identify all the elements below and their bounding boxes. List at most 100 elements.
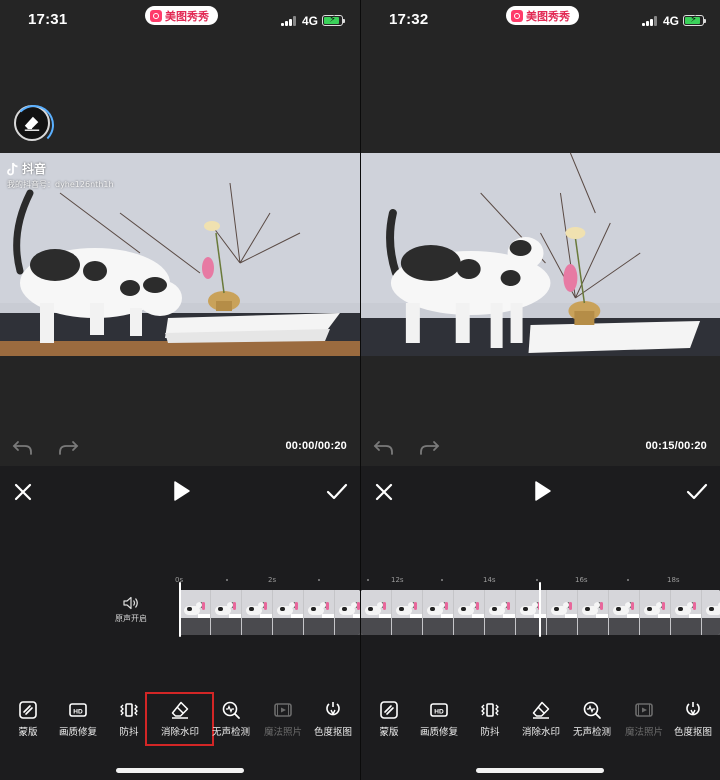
track-thumbnail [423, 590, 454, 635]
tool-label: 画质修复 [419, 727, 458, 738]
chroma-key-icon [686, 702, 700, 716]
home-indicator[interactable] [476, 768, 604, 773]
playhead[interactable] [539, 582, 541, 637]
ruler-tick [367, 579, 369, 581]
tool-mask[interactable]: 蒙版 [0, 700, 56, 738]
status-bar: 17:31 美图秀秀 4G ⚡ [0, 0, 360, 44]
ruler-label: 2s [268, 576, 277, 584]
home-indicator[interactable] [116, 768, 244, 773]
douyin-logo-icon [7, 162, 18, 175]
screen-before: 17:31 美图秀秀 4G ⚡ 抖音 我的抖音号：dyhe126nth1h 00… [0, 0, 360, 780]
comparison-stage: 17:31 美图秀秀 4G ⚡ 抖音 我的抖音号：dyhe126nth1h 00… [0, 0, 720, 780]
watermark-brand: 抖音 [22, 162, 47, 176]
play-icon[interactable] [532, 480, 552, 502]
tool-bar: 蒙版 HD 画质修复 防抖 消除水印 无声检测 魔法照片 色度抠图 [0, 700, 360, 740]
play-icon[interactable] [171, 480, 191, 502]
signal-icon [281, 16, 297, 26]
svg-text:HD: HD [73, 709, 83, 716]
track-thumbnail [609, 590, 640, 635]
tool-stabilize[interactable]: 防抖 [101, 700, 157, 738]
track-thumbnail [361, 590, 392, 635]
tool-magic-photo[interactable]: 魔法照片 [255, 700, 311, 738]
track-thumbnail [640, 590, 671, 635]
eraser-tool-button[interactable] [14, 105, 54, 145]
original-audio-toggle[interactable]: 原声开启 [108, 596, 154, 624]
playback-timecode: 00:00/00:20 [285, 440, 347, 452]
tool-label: 无声检测 [211, 727, 250, 738]
close-icon[interactable] [374, 482, 394, 502]
magic-photo-icon [274, 703, 292, 717]
ruler-label: 14s [483, 576, 496, 584]
app-badge-label: 美图秀秀 [165, 9, 209, 23]
meitu-logo-icon [150, 9, 162, 22]
track-thumbnail [516, 590, 547, 635]
network-type: 4G [663, 14, 680, 28]
track-thumbnail [335, 590, 360, 635]
silence-detect-icon [222, 701, 240, 719]
ruler-tick [627, 579, 629, 581]
tool-hd-repair[interactable]: HD 画质修复 [411, 700, 467, 738]
original-audio-label: 原声开启 [115, 614, 147, 623]
douyin-watermark: 抖音 我的抖音号：dyhe126nth1h [7, 160, 114, 190]
tool-magic-photo[interactable]: 魔法照片 [616, 700, 672, 738]
eraser-icon [24, 116, 40, 131]
tool-label: 无声检测 [572, 727, 611, 738]
tool-remove-watermark[interactable]: 消除水印 [152, 700, 208, 738]
tool-chroma-key[interactable]: 色度抠图 [305, 700, 360, 738]
screen-after: 17:32 美图秀秀 4G ⚡ 00:15/00:20 12s 14s 16s … [361, 0, 720, 780]
track-thumbnail [547, 590, 578, 635]
hd-icon: HD [430, 703, 448, 717]
close-icon[interactable] [13, 482, 33, 502]
status-time: 17:31 [28, 11, 68, 28]
watermark-account: 我的抖音号：dyhe126nth1h [7, 180, 114, 189]
track-thumbnail [273, 590, 304, 635]
app-badge[interactable]: 美图秀秀 [506, 6, 579, 25]
svg-text:HD: HD [434, 709, 444, 716]
ruler-tick [226, 579, 228, 581]
tool-label: 防抖 [480, 727, 500, 738]
confirm-check-icon[interactable] [686, 482, 708, 502]
tool-label: 消除水印 [521, 727, 560, 738]
redo-icon[interactable] [418, 438, 440, 456]
tool-hd-repair[interactable]: HD 画质修复 [50, 700, 106, 738]
playhead[interactable] [179, 582, 181, 637]
track-thumbnail [392, 590, 423, 635]
cat-photo [361, 153, 720, 356]
chroma-key-icon [326, 702, 340, 716]
tool-mask[interactable]: 蒙版 [361, 700, 417, 738]
undo-icon[interactable] [373, 438, 395, 456]
preview-area: 17:31 美图秀秀 4G ⚡ 抖音 我的抖音号：dyhe126nth1h 00… [0, 0, 360, 466]
tool-remove-watermark[interactable]: 消除水印 [513, 700, 569, 738]
silence-detect-icon [583, 701, 601, 719]
track-thumbnail [304, 590, 335, 635]
status-time: 17:32 [389, 11, 429, 28]
preview-area: 17:32 美图秀秀 4G ⚡ 00:15/00:20 [361, 0, 720, 466]
tool-silence-detect[interactable]: 无声检测 [203, 700, 259, 738]
tool-label: 色度抠图 [673, 727, 712, 738]
mask-icon [380, 701, 398, 719]
confirm-check-icon[interactable] [326, 482, 348, 502]
undo-icon[interactable] [12, 438, 34, 456]
battery-icon: ⚡ [683, 14, 706, 26]
tool-label: 蒙版 [379, 727, 399, 738]
video-frame[interactable] [361, 153, 720, 356]
app-badge[interactable]: 美图秀秀 [145, 6, 218, 25]
network-type: 4G [302, 14, 319, 28]
meitu-logo-icon [511, 9, 523, 22]
tool-chroma-key[interactable]: 色度抠图 [665, 700, 720, 738]
app-badge-label: 美图秀秀 [526, 9, 570, 23]
tool-label: 魔法照片 [263, 727, 302, 738]
tool-silence-detect[interactable]: 无声检测 [564, 700, 620, 738]
track-thumbnail [578, 590, 609, 635]
redo-icon[interactable] [57, 438, 79, 456]
signal-icon [642, 16, 658, 26]
playback-timecode: 00:15/00:20 [645, 440, 707, 452]
status-bar: 17:32 美图秀秀 4G ⚡ [361, 0, 720, 44]
tool-bar: 蒙版 HD 画质修复 防抖 消除水印 无声检测 魔法照片 色度抠图 [361, 700, 720, 740]
editor-panel: 0s 2s 原声开启 蒙版 HD 画质修复 防抖 消除水印 无声检测 魔法照片 … [0, 466, 360, 780]
video-track[interactable] [180, 590, 360, 635]
battery-icon: ⚡ [322, 14, 345, 26]
tool-stabilize[interactable]: 防抖 [462, 700, 518, 738]
tool-label: 色度抠图 [313, 727, 352, 738]
ruler-tick [441, 579, 443, 581]
